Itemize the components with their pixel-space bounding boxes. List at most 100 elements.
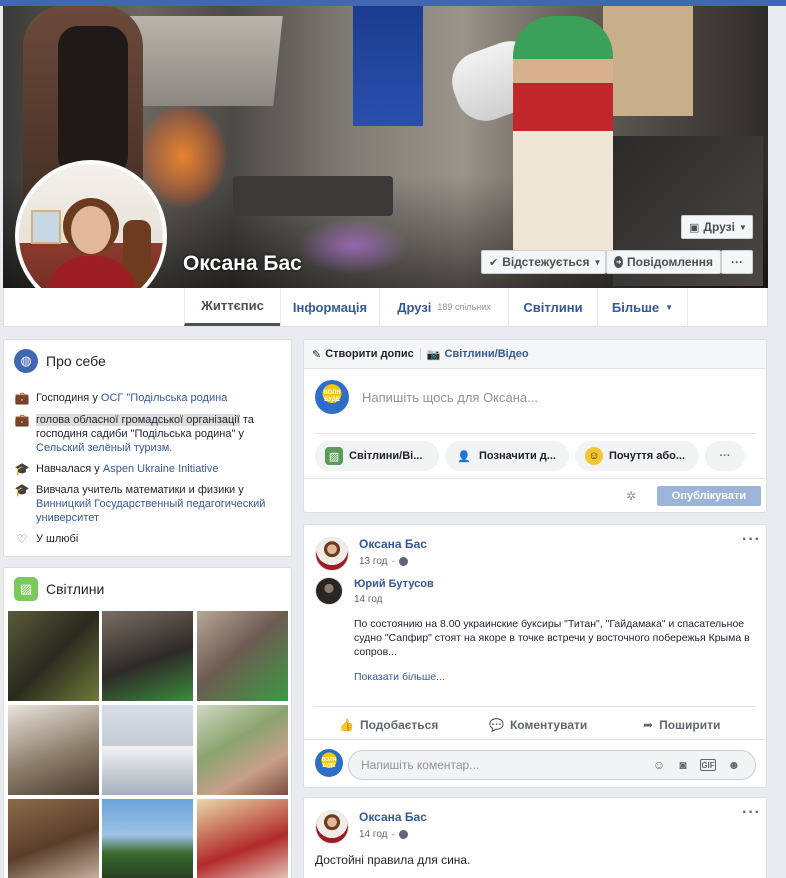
shared-time[interactable]: 14 год [354,594,383,605]
work-2-highlight: голова обласної громадської організації [36,414,240,426]
photo-thumbnail[interactable] [102,799,193,878]
settings-gear-icon[interactable]: ✲ [626,489,636,503]
briefcase-icon: 💼 [14,413,30,427]
more-composer-options[interactable]: ··· [705,441,745,471]
shared-author[interactable]: Юрий Бутусов [354,578,434,590]
about-work-2-text: голова обласної громадської організації … [36,413,286,455]
divider [304,478,766,479]
photo-video-button[interactable]: ▨ Світлини/Ві... [315,441,439,471]
feeling-pill-label: Почуття або... [609,450,686,462]
camera-icon[interactable]: ◙ [675,757,691,773]
tab-photos-label: Світлини [523,299,583,315]
about-card: ◍ Про себе 💼 Господиня у ОСГ "Подільська… [3,339,292,557]
friends-button-label: Друзі [703,220,735,234]
work-1-link[interactable]: ОСГ "Подільська родина [101,392,227,404]
post-time-text: 14 год [359,829,388,840]
cover-apron [58,26,128,176]
create-post-tab[interactable]: ✎ Створити допис [312,348,414,361]
share-button[interactable]: ➦ Поширити [643,715,720,735]
message-button[interactable]: ➜ Повідомлення [606,250,721,274]
work-1-prefix: Господиня у [36,392,101,404]
profile-tabs: Життєпис Інформація Друзі 189 спільних Св… [3,288,768,327]
picture-frame [31,210,61,244]
about-work-1-text: Господиня у ОСГ "Подільська родина [36,391,227,405]
post-time[interactable]: 13 год · [359,556,408,567]
following-button[interactable]: ✔ Відстежується ▼ [481,250,606,274]
photos-card: ▨ Світлини [3,567,292,878]
composer-input[interactable]: Напишіть щось для Оксана... [362,390,538,405]
post-options-icon[interactable]: ··· [742,531,761,549]
divider [314,706,756,707]
comment-input[interactable]: Напишіть коментар... ☺ ◙ GIF ☻ [348,750,756,780]
friends-button[interactable]: ▣ Друзі ▼ [681,215,753,239]
about-education-1: 🎓 Навчалася у Aspen Ukraine Initiative [14,462,286,476]
photo-thumbnail[interactable] [197,611,288,701]
photos-title: Світлини [46,581,105,597]
globe-icon [398,557,408,566]
photo-pill-label: Світлини/Ві... [349,450,423,462]
post-composer: ✎ Створити допис 📷 Світлини/Відео ВОЛЯ БУД… [303,339,767,513]
sticker-icon[interactable]: ☻ [726,757,742,773]
thumbs-up-icon: 👍 [339,718,354,732]
photo-video-tab[interactable]: 📷 Світлини/Відео [427,348,529,361]
publish-button[interactable]: Опублікувати [657,486,761,506]
comment-label: Коментувати [509,718,588,732]
like-label: Подобається [359,718,439,732]
post-text: По состоянию на 8.00 украинские буксиры … [354,618,750,658]
divider [314,433,756,434]
photo-thumbnail[interactable] [102,611,193,701]
comment-icon: 💬 [489,718,504,732]
author-avatar[interactable] [315,537,349,571]
tab-more[interactable]: Більше ▼ [597,288,688,326]
tab-timeline-label: Життєпис [201,298,264,313]
commenter-avatar[interactable]: ВОЛЯ БУДЕ [315,749,343,777]
friends-check-icon: ▣ [689,221,700,234]
comment-button[interactable]: 💬 Коментувати [489,715,587,735]
tab-about-label: Інформація [292,299,368,315]
photo-thumbnail[interactable] [8,799,99,878]
tab-friends[interactable]: Друзі 189 спільних [379,288,508,326]
more-options-label: ··· [731,255,743,269]
shared-author-avatar[interactable] [315,577,343,605]
photo-thumbnail[interactable] [197,799,288,878]
more-options-button[interactable]: ··· [721,250,753,274]
profile-name[interactable]: Оксана Бас [183,252,302,276]
briefcase-icon: 💼 [14,391,30,405]
tab-about[interactable]: Інформація [280,288,379,326]
edu-2-link[interactable]: Винницкий Государственный педагогический… [36,498,265,524]
chevron-down-icon: ▼ [665,302,674,312]
author-avatar[interactable] [315,810,349,844]
about-title: Про себе [46,353,106,369]
globe-icon [398,830,408,839]
edu-1-prefix: Навчалася у [36,463,103,475]
user-avatar[interactable]: ВОЛЯ БУДЕ [315,380,349,414]
share-label: Поширити [659,718,721,732]
tab-timeline[interactable]: Життєпис [184,288,280,326]
feeling-button[interactable]: ☺ Почуття або... [575,441,699,471]
about-education-2: 🎓 Вивчала учитель математики и физики у … [14,483,286,525]
work-2-link[interactable]: Сельский зелёный туризм. [36,442,172,454]
gif-icon[interactable]: GIF [700,759,716,771]
edu-1-link[interactable]: Aspen Ukraine Initiative [103,463,219,475]
tab-photos[interactable]: Світлини [508,288,597,326]
photo-thumbnail[interactable] [197,705,288,795]
tag-friends-button[interactable]: 👤 Позначити д... [445,441,569,471]
post-time[interactable]: 14 год · [359,829,408,840]
separator [419,348,421,360]
photos-header: ▨ Світлини [14,577,104,601]
cover-board [603,6,693,116]
edu-2-prefix: Вивчала учитель математики и физики у [36,484,244,496]
globe-icon: ◍ [14,349,38,373]
post-author[interactable]: Оксана Бас [359,810,427,824]
photo-icon: ▨ [325,447,343,465]
photo-thumbnail[interactable] [102,705,193,795]
about-education-1-text: Навчалася у Aspen Ukraine Initiative [36,462,218,476]
post-author[interactable]: Оксана Бас [359,537,427,551]
emoji-icon[interactable]: ☺ [651,757,667,773]
photo-thumbnail[interactable] [8,611,99,701]
like-button[interactable]: 👍 Подобається [339,715,438,735]
tag-person-icon: 👤 [457,450,471,463]
post-options-icon[interactable]: ··· [742,804,761,822]
show-more-link[interactable]: Показати більше... [354,671,445,683]
photo-thumbnail[interactable] [8,705,99,795]
